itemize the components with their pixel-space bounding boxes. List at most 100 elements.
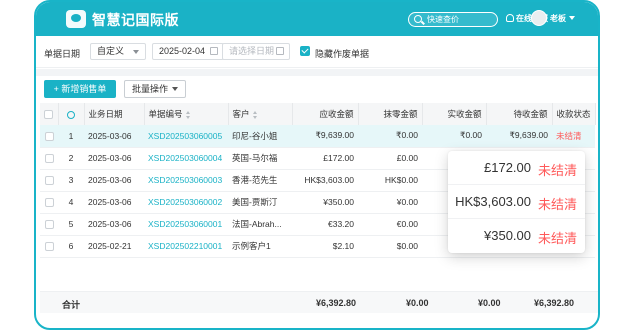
row-select-cell[interactable] — [40, 191, 58, 214]
row-index: 6 — [58, 235, 84, 258]
start-date-value: 2025-02-04 — [159, 46, 206, 56]
row-rounding: HK$0.00 — [358, 169, 422, 192]
row-doc-link[interactable]: XSD202503060003 — [144, 169, 228, 192]
popup-row: HK$3,603.00 未结清 — [448, 185, 585, 219]
popup-amount: ¥350.00 — [484, 228, 531, 243]
row-receivable: $2.10 — [292, 235, 358, 258]
row-receivable: ₹9,639.00 — [292, 125, 358, 148]
date-filter-label: 单据日期 — [44, 49, 81, 59]
select-all-checkbox[interactable] — [44, 110, 54, 120]
row-pending: ₹9,639.00 — [486, 125, 552, 148]
end-date-placeholder: 请选择日期 — [229, 46, 275, 56]
col-customer[interactable]: 客户 — [228, 103, 293, 125]
row-date: 2025-03-06 — [84, 213, 144, 236]
row-received: ₹0.00 — [422, 125, 486, 148]
row-date: 2025-03-06 — [84, 191, 144, 214]
end-date-input[interactable]: 请选择日期 — [222, 43, 290, 60]
batch-actions-button[interactable]: 批量操作 — [124, 80, 186, 98]
row-customer: 印尼-谷小姐 — [228, 125, 292, 148]
calendar-icon — [210, 47, 218, 55]
row-rounding: $0.00 — [358, 235, 422, 258]
row-date: 2025-03-06 — [84, 169, 144, 192]
row-index: 1 — [58, 125, 84, 148]
row-checkbox[interactable] — [44, 176, 54, 186]
amount-status-popup: £172.00 未结清 HK$3,603.00 未结清 ¥350.00 未结清 — [448, 151, 585, 253]
sort-icon[interactable] — [252, 110, 258, 119]
popup-status: 未结清 — [537, 231, 577, 246]
totals-pending: ¥6,392.80 — [534, 298, 575, 308]
row-date: 2025-03-06 — [84, 125, 144, 148]
row-index: 4 — [58, 191, 84, 214]
col-doc-number[interactable]: 单据编号 — [144, 103, 229, 125]
row-receivable: £172.00 — [292, 147, 358, 170]
quick-price-label: 快速查价 — [427, 15, 459, 24]
calendar-icon — [276, 47, 284, 55]
hide-voided-label: 隐藏作废单据 — [315, 49, 370, 59]
top-bar: 智慧记国际版 快速查价 在线客服 老板 — [36, 2, 598, 36]
row-customer: 美国-贾斯汀 — [228, 191, 292, 214]
col-doc-number-label: 单据编号 — [148, 109, 183, 119]
row-select-cell[interactable] — [40, 125, 58, 148]
popup-status: 未结清 — [537, 197, 577, 212]
row-rounding: ₹0.00 — [358, 125, 422, 148]
batch-actions-label: 批量操作 — [132, 84, 169, 94]
col-pending[interactable]: 待收金额 — [486, 103, 553, 125]
row-date: 2025-02-21 — [84, 235, 144, 258]
row-doc-link[interactable]: XSD202503060002 — [144, 191, 228, 214]
hide-voided-checkbox[interactable] — [300, 46, 310, 56]
totals-row: 合计 ¥6,392.80 ¥0.00 ¥0.00 ¥6,392.80 — [40, 291, 598, 313]
row-select-cell[interactable] — [40, 235, 58, 258]
row-status: 未结清 — [552, 125, 596, 148]
col-customer-label: 客户 — [232, 109, 250, 119]
row-index: 5 — [58, 213, 84, 236]
row-doc-link[interactable]: XSD202503060005 — [144, 125, 228, 148]
column-settings-cell[interactable] — [58, 103, 85, 125]
row-customer: 英国-马尔福 — [228, 147, 292, 170]
row-select-cell[interactable] — [40, 213, 58, 236]
row-doc-link[interactable]: XSD202503060001 — [144, 213, 228, 236]
row-rounding: €0.00 — [358, 213, 422, 236]
row-receivable: HK$3,603.00 — [292, 169, 358, 192]
app-logo-icon — [66, 10, 86, 28]
col-status[interactable]: 收款状态 — [552, 103, 596, 125]
col-received[interactable]: 实收金额 — [422, 103, 487, 125]
row-customer: 香港-范先生 — [228, 169, 292, 192]
sort-icon[interactable] — [185, 110, 191, 119]
headset-icon — [506, 14, 514, 22]
totals-rounding: ¥0.00 — [406, 298, 429, 308]
col-rounding[interactable]: 抹零金额 — [358, 103, 423, 125]
user-menu[interactable]: 老板 — [550, 13, 575, 24]
totals-received: ¥0.00 — [478, 298, 501, 308]
row-checkbox[interactable] — [44, 220, 54, 230]
row-checkbox[interactable] — [44, 242, 54, 252]
new-sales-order-button[interactable]: + 新增销售单 — [44, 80, 116, 98]
popup-amount: HK$3,603.00 — [455, 194, 531, 209]
col-business-date[interactable]: 业务日期 — [84, 103, 145, 125]
row-rounding: ¥0.00 — [358, 191, 422, 214]
row-rounding: £0.00 — [358, 147, 422, 170]
table-row[interactable]: 1 2025-03-06 XSD202503060005 印尼-谷小姐 ₹9,6… — [40, 125, 596, 148]
row-select-cell[interactable] — [40, 169, 58, 192]
row-checkbox[interactable] — [44, 198, 54, 208]
table-header-row: 业务日期 单据编号 客户 应收金额 抹零金额 实收金额 待收金额 收款状态 — [40, 103, 596, 125]
row-index: 2 — [58, 147, 84, 170]
avatar[interactable] — [531, 10, 547, 26]
row-receivable: €33.20 — [292, 213, 358, 236]
row-select-cell[interactable] — [40, 147, 58, 170]
date-mode-select[interactable]: 自定义 — [90, 43, 146, 60]
start-date-input[interactable]: 2025-02-04 — [152, 43, 224, 60]
row-checkbox[interactable] — [44, 131, 54, 141]
gear-icon[interactable] — [67, 110, 75, 119]
row-doc-link[interactable]: XSD202502210001 — [144, 235, 228, 258]
row-doc-link[interactable]: XSD202503060004 — [144, 147, 228, 170]
app-title: 智慧记国际版 — [92, 12, 179, 28]
chevron-down-icon — [172, 87, 178, 91]
quick-price-search[interactable]: 快速查价 — [408, 12, 498, 27]
row-date: 2025-03-06 — [84, 147, 144, 170]
col-receivable[interactable]: 应收金额 — [292, 103, 359, 125]
row-receivable: ¥350.00 — [292, 191, 358, 214]
row-checkbox[interactable] — [44, 154, 54, 164]
filter-bar: 单据日期 自定义 2025-02-04 请选择日期 隐藏作废单据 — [36, 36, 598, 68]
select-all-cell[interactable] — [40, 103, 59, 125]
popup-row: ¥350.00 未结清 — [448, 219, 585, 253]
